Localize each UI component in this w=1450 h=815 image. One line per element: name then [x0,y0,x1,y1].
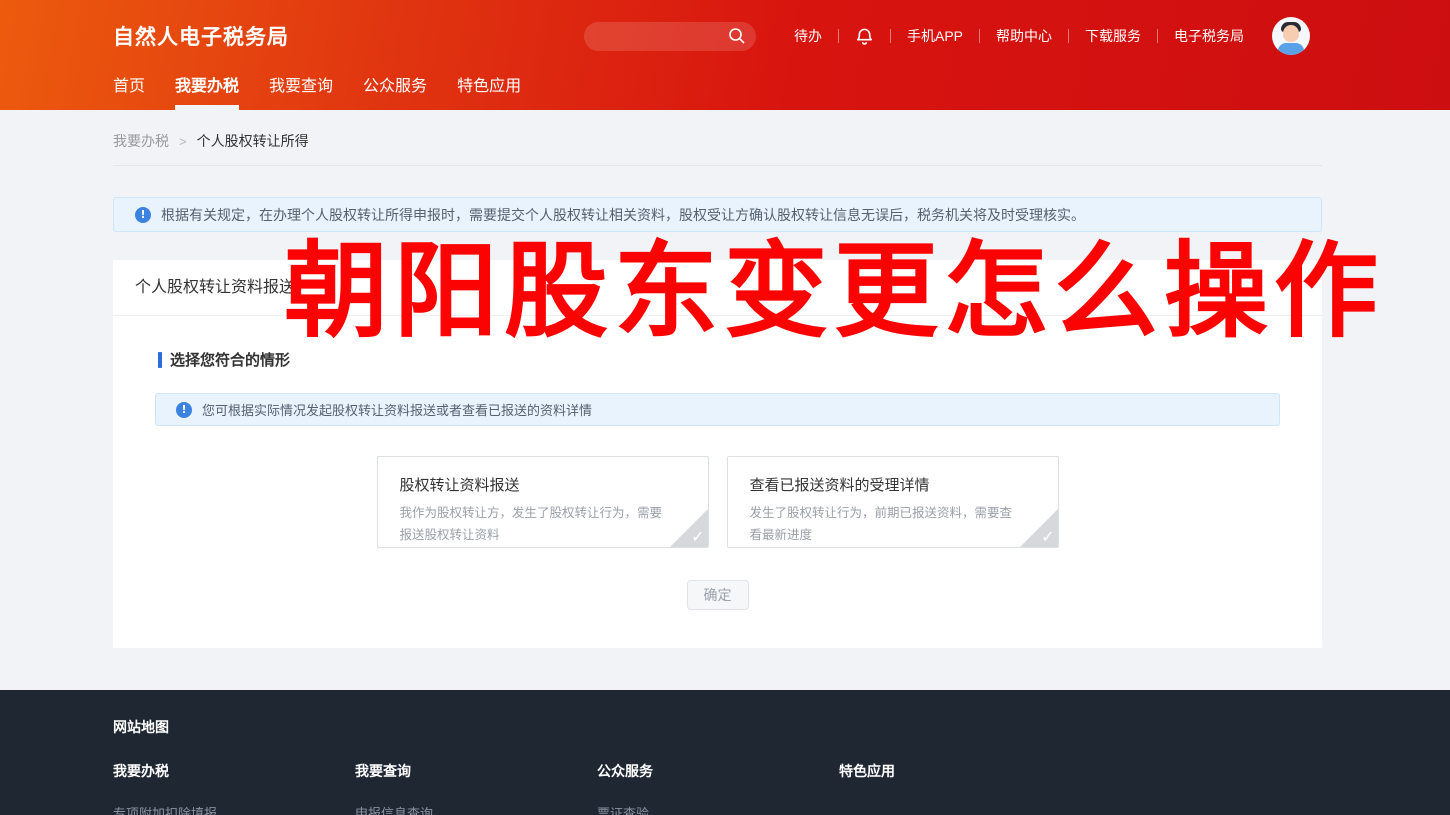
etax-bureau-link[interactable]: 电子税务局 [1158,26,1260,46]
checkmark-icon: ✓ [691,527,705,546]
footer-col-featured-apps: 特色应用 [839,761,1081,815]
nav-tab-home[interactable]: 首页 [113,72,145,110]
search-wrap [583,21,756,51]
sitemap-title: 网站地图 [113,719,169,735]
info-icon: ! [176,401,192,418]
options-row: 股权转让资料报送 我作为股权转让方，发生了股权转让行为，需要报送股权转让资料 ✓… [113,456,1322,548]
footer-col-title: 公众服务 [597,763,653,779]
search-icon[interactable] [728,27,746,45]
footer-col-public-service: 公众服务 票证查验 [597,761,839,815]
notification-bell-icon[interactable] [839,26,890,47]
mobile-app-link[interactable]: 手机APP [891,26,979,46]
breadcrumb: 我要办税 > 个人股权转让所得 [113,131,1337,165]
footer-col-title: 特色应用 [839,763,895,779]
nav-tab-public-service[interactable]: 公众服务 [363,72,427,110]
option-title: 查看已报送资料的受理详情 [749,477,930,494]
footer-columns: 我要办税 专项附加扣除填报 我要查询 申报信息查询 公众服务 票证查验 特色应用 [113,761,1450,815]
site-logo: 自然人电子税务局 [113,26,289,49]
download-service-link[interactable]: 下载服务 [1069,26,1157,46]
footer-link-ticket-verification[interactable]: 票证查验 [597,803,839,815]
section-title: 选择您符合的情形 [170,352,291,369]
section-accent-bar [158,351,162,368]
option-description: 我作为股权转让方，发生了股权转让行为，需要报送股权转让资料 [399,506,663,542]
nav-tab-featured-apps[interactable]: 特色应用 [457,72,521,110]
avatar-shirt [1278,43,1304,55]
breadcrumb-separator-icon: > [179,133,187,149]
footer-link-special-deduction[interactable]: 专项附加扣除填报 [113,803,355,815]
nav-tab-inquiry[interactable]: 我要查询 [269,72,333,110]
footer-col-title: 我要查询 [355,763,411,779]
breadcrumb-divider [113,165,1322,166]
option-card-submit-materials[interactable]: 股权转让资料报送 我作为股权转让方，发生了股权转让行为，需要报送股权转让资料 ✓ [376,456,709,548]
breadcrumb-band: 我要办税 > 个人股权转让所得 [0,110,1450,166]
footer-col-tax-handling: 我要办税 专项附加扣除填报 [113,761,355,815]
footer-col-inquiry: 我要查询 申报信息查询 [355,761,597,815]
confirm-button[interactable]: 确定 [686,580,749,610]
inner-hint-text: 您可根据实际情况发起股权转让资料报送或者查看已报送的资料详情 [202,403,593,418]
footer-col-title: 我要办税 [113,763,169,779]
user-avatar[interactable] [1272,17,1310,55]
help-center-link[interactable]: 帮助中心 [980,26,1068,46]
app-header: 自然人电子税务局 待办 手机APP 帮助中心 下载服务 电子税务局 首页 我要办… [0,0,1450,110]
top-info-alert: ! 根据有关规定，在办理个人股权转让所得申报时，需要提交个人股权转让相关资料，股… [113,197,1322,232]
checkmark-icon: ✓ [1041,527,1055,546]
todo-link[interactable]: 待办 [778,26,838,46]
main-nav: 首页 我要办税 我要查询 公众服务 特色应用 [0,72,1450,110]
section-label: 选择您符合的情形 [158,349,1322,370]
avatar-face [1283,25,1299,42]
button-row: 确定 [113,580,1322,610]
page-footer: 网站地图 我要办税 专项附加扣除填报 我要查询 申报信息查询 公众服务 票证查验… [0,690,1450,815]
nav-tab-tax-handling[interactable]: 我要办税 [175,72,239,110]
main-panel: 个人股权转让资料报送 选择您符合的情形 ! 您可根据实际情况发起股权转让资料报送… [113,260,1322,648]
option-description: 发生了股权转让行为，前期已报送资料，需要查看最新进度 [749,506,1013,542]
option-title: 股权转让资料报送 [399,477,520,494]
panel-title: 个人股权转让资料报送 [113,260,1322,316]
option-card-view-progress[interactable]: 查看已报送资料的受理详情 发生了股权转让行为，前期已报送资料，需要查看最新进度 … [726,456,1059,548]
header-top-row: 自然人电子税务局 待办 手机APP 帮助中心 下载服务 电子税务局 [0,0,1450,72]
breadcrumb-parent[interactable]: 我要办税 [113,131,169,151]
footer-link-declaration-info[interactable]: 申报信息查询 [355,803,597,815]
breadcrumb-current: 个人股权转让所得 [196,133,309,149]
top-info-alert-text: 根据有关规定，在办理个人股权转让所得申报时，需要提交个人股权转让相关资料，股权受… [161,206,1085,223]
header-actions: 待办 手机APP 帮助中心 下载服务 电子税务局 [583,17,1310,55]
info-icon: ! [135,206,151,223]
inner-hint-alert: ! 您可根据实际情况发起股权转让资料报送或者查看已报送的资料详情 [155,393,1280,426]
